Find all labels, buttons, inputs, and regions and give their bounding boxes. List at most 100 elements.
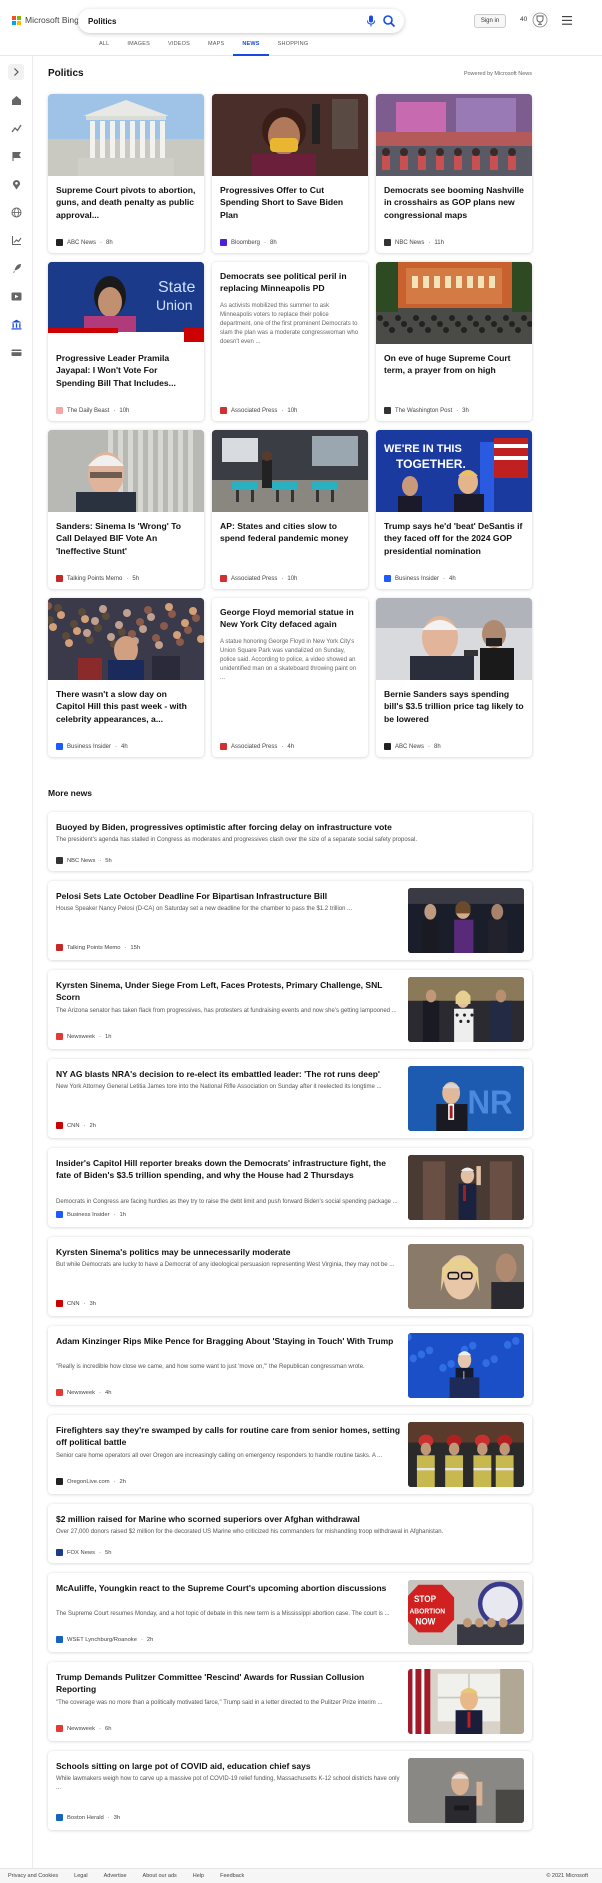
more-news-item[interactable]: McAuliffe, Youngkin react to the Supreme… (48, 1573, 532, 1652)
footer-link[interactable]: Feedback (220, 1873, 244, 1879)
news-card[interactable]: On eve of huge Supreme Court term, a pra… (376, 262, 532, 421)
news-title[interactable]: NY AG blasts NRA's decision to re-elect … (56, 1068, 400, 1080)
card-image[interactable] (48, 430, 204, 512)
footer-link[interactable]: Legal (74, 1873, 87, 1879)
tab-all[interactable]: ALL (90, 40, 118, 56)
card-image[interactable] (48, 94, 204, 176)
news-title[interactable]: Insider's Capitol Hill reporter breaks d… (56, 1157, 400, 1182)
news-card[interactable]: WE'RE IN THIS TOGETHER. Trump says he'd 'b… (376, 430, 532, 589)
news-card[interactable]: George Floyd memorial statue in New York… (212, 598, 368, 757)
news-card[interactable]: Democrats see political peril in replaci… (212, 262, 368, 421)
card-source[interactable]: Bloomberg · 8h (220, 239, 277, 246)
card-source[interactable]: The Washington Post · 3h (384, 407, 469, 414)
card-title[interactable]: Progressives Offer to Cut Spending Short… (220, 184, 360, 221)
search-input[interactable] (88, 13, 338, 29)
tab-maps[interactable]: MAPS (199, 40, 233, 56)
news-title[interactable]: Adam Kinzinger Rips Mike Pence for Bragg… (56, 1335, 400, 1347)
news-thumbnail[interactable]: STOP ABORTION NOW (408, 1580, 524, 1645)
card-title[interactable]: Trump says he'd 'beat' DeSantis if they … (384, 520, 524, 557)
more-news-item[interactable]: Buoyed by Biden, progressives optimistic… (48, 812, 532, 871)
card-image[interactable]: WE'RE IN THIS TOGETHER. (376, 430, 532, 512)
card-source[interactable]: The Daily Beast · 10h (56, 407, 129, 414)
news-source[interactable]: WSET Lynchburg/Roanoke · 2h (56, 1636, 153, 1643)
more-news-item[interactable]: Schools sitting on large pot of COVID ai… (48, 1751, 532, 1830)
news-card[interactable]: Democrats see booming Nashville in cross… (376, 94, 532, 253)
news-card[interactable]: Supreme Court pivots to abortion, guns, … (48, 94, 204, 253)
sign-in-button[interactable]: Sign in (474, 14, 506, 28)
news-card[interactable]: State Union Progressive Leader Pramila Jay… (48, 262, 204, 421)
news-source[interactable]: NBC News · 5h (56, 857, 112, 864)
tab-shopping[interactable]: SHOPPING (269, 40, 318, 56)
news-source[interactable]: CNN · 2h (56, 1122, 96, 1129)
card-source[interactable]: Business Insider · 4h (384, 575, 456, 582)
card-source[interactable]: ABC News · 8h (384, 743, 441, 750)
news-card[interactable]: Progressives Offer to Cut Spending Short… (212, 94, 368, 253)
news-card[interactable]: Bernie Sanders says spending bill's $3.5… (376, 598, 532, 757)
trending-icon[interactable] (11, 123, 22, 134)
news-source[interactable]: Newsweek · 1h (56, 1033, 111, 1040)
card-title[interactable]: On eve of huge Supreme Court term, a pra… (384, 352, 524, 377)
more-news-item[interactable]: Kyrsten Sinema, Under Siege From Left, F… (48, 970, 532, 1049)
card-title[interactable]: Democrats see political peril in replaci… (220, 270, 360, 295)
card-title[interactable]: AP: States and cities slow to spend fede… (220, 520, 360, 545)
news-thumbnail[interactable] (408, 1669, 524, 1734)
news-title[interactable]: Kyrsten Sinema, Under Siege From Left, F… (56, 979, 400, 1004)
card-title[interactable]: George Floyd memorial statue in New York… (220, 606, 360, 631)
card-image[interactable] (212, 430, 368, 512)
video-icon[interactable] (11, 291, 22, 302)
news-thumbnail[interactable] (408, 1244, 524, 1309)
news-card[interactable]: There wasn't a slow day on Capitol Hill … (48, 598, 204, 757)
news-source[interactable]: Newsweek · 6h (56, 1725, 111, 1732)
news-title[interactable]: Trump Demands Pulitzer Committee 'Rescin… (56, 1671, 400, 1696)
news-title[interactable]: $2 million raised for Marine who scorned… (56, 1513, 522, 1525)
card-source[interactable]: Associated Press · 10h (220, 407, 297, 414)
news-source[interactable]: Newsweek · 4h (56, 1389, 111, 1396)
news-thumbnail[interactable] (408, 977, 524, 1042)
news-thumbnail[interactable]: NR (408, 1066, 524, 1131)
news-title[interactable]: Buoyed by Biden, progressives optimistic… (56, 821, 522, 833)
footer-link[interactable]: About our ads (143, 1873, 177, 1879)
news-title[interactable]: Schools sitting on large pot of COVID ai… (56, 1760, 400, 1772)
more-news-item[interactable]: Kyrsten Sinema's politics may be unneces… (48, 1237, 532, 1316)
hamburger-menu-icon[interactable] (562, 16, 572, 25)
card-image[interactable]: State Union (48, 262, 204, 344)
news-thumbnail[interactable] (408, 1422, 524, 1487)
more-news-item[interactable]: Pelosi Sets Late October Deadline For Bi… (48, 881, 532, 960)
card-source[interactable]: NBC News · 11h (384, 239, 444, 246)
card-source[interactable]: Associated Press · 4h (220, 743, 294, 750)
card-title[interactable]: Democrats see booming Nashville in cross… (384, 184, 524, 221)
globe-icon[interactable] (11, 207, 22, 218)
bing-logo[interactable]: Microsoft Bing (12, 15, 79, 25)
microphone-icon[interactable] (366, 15, 376, 27)
news-thumbnail[interactable] (408, 1758, 524, 1823)
news-thumbnail[interactable] (408, 1333, 524, 1398)
news-title[interactable]: Firefighters say they're swamped by call… (56, 1424, 400, 1449)
more-news-item[interactable]: Firefighters say they're swamped by call… (48, 1415, 532, 1494)
card-source[interactable]: Talking Points Memo · 5h (56, 575, 139, 582)
tab-news[interactable]: NEWS (233, 40, 269, 56)
home-icon[interactable] (11, 95, 22, 106)
chart-icon[interactable] (11, 235, 22, 246)
card-title[interactable]: Sanders: Sinema Is 'Wrong' To Call Delay… (56, 520, 196, 557)
card-image[interactable] (376, 598, 532, 680)
rocket-icon[interactable] (11, 263, 22, 274)
card-image[interactable] (48, 598, 204, 680)
flag-icon[interactable] (11, 151, 22, 162)
card-image[interactable] (376, 94, 532, 176)
location-pin-icon[interactable] (11, 179, 22, 190)
news-title[interactable]: Pelosi Sets Late October Deadline For Bi… (56, 890, 400, 902)
more-news-item[interactable]: Trump Demands Pulitzer Committee 'Rescin… (48, 1662, 532, 1741)
news-source[interactable]: FOX News · 5h (56, 1549, 111, 1556)
news-source[interactable]: Boston Herald · 3h (56, 1814, 120, 1821)
card-source[interactable]: ABC News · 8h (56, 239, 113, 246)
search-icon[interactable] (382, 14, 396, 28)
footer-link[interactable]: Help (193, 1873, 204, 1879)
powered-by-label[interactable]: Powered by Microsoft News (464, 71, 532, 77)
news-source[interactable]: CNN · 3h (56, 1300, 96, 1307)
footer-link[interactable]: Advertise (104, 1873, 127, 1879)
more-news-item[interactable]: $2 million raised for Marine who scorned… (48, 1504, 532, 1563)
card-source[interactable]: Business Insider · 4h (56, 743, 128, 750)
card-source[interactable]: Associated Press · 10h (220, 575, 297, 582)
news-title[interactable]: McAuliffe, Youngkin react to the Supreme… (56, 1582, 400, 1594)
expand-rail-button[interactable] (8, 64, 24, 80)
